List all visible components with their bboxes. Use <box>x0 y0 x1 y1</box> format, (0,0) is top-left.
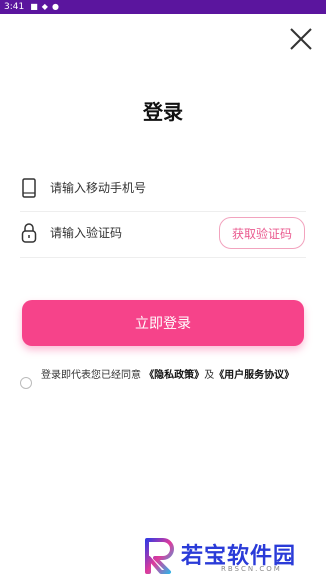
watermark: 若宝软件园 RBSCN.COM <box>143 534 326 580</box>
login-button[interactable]: 立即登录 <box>22 300 304 346</box>
phone-row <box>20 166 306 210</box>
agreement: 登录即代表您已经同意 《隐私政策》及《用户服务协议》 <box>20 368 310 389</box>
agree-radio[interactable] <box>20 377 32 389</box>
phone-input[interactable] <box>48 180 306 196</box>
privacy-policy-link[interactable]: 《隐私政策》 <box>144 370 204 381</box>
agreement-text: 登录即代表您已经同意 《隐私政策》及《用户服务协议》 <box>41 368 294 384</box>
watermark-domain: RBSCN.COM <box>221 565 282 573</box>
watermark-logo-icon <box>145 538 174 574</box>
shield-icon: ◆ <box>41 2 48 11</box>
terms-link[interactable]: 《用户服务协议》 <box>214 370 294 381</box>
phone-icon <box>20 177 38 199</box>
close-button[interactable] <box>288 26 314 52</box>
divider <box>20 257 306 258</box>
agreement-connector: 及 <box>204 370 215 381</box>
notification-icon: ■ <box>30 2 38 11</box>
android-icon: ● <box>51 2 59 11</box>
agreement-prefix: 登录即代表您已经同意 <box>41 370 145 381</box>
status-time: 3:41 <box>4 2 25 12</box>
status-bar: 3:41 ■ ◆ ● <box>0 0 326 14</box>
close-icon <box>290 28 312 50</box>
code-input[interactable] <box>48 225 212 241</box>
page-title: 登录 <box>143 100 183 124</box>
lock-icon <box>20 222 38 244</box>
get-code-button[interactable]: 获取验证码 <box>219 217 305 249</box>
